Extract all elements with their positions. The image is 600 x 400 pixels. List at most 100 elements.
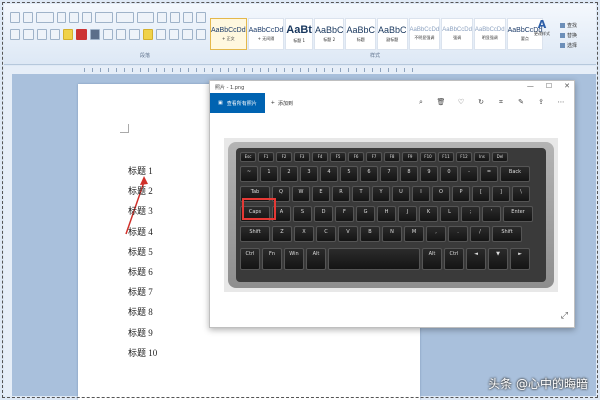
style-tile[interactable]: AaBbCcDd 明显强调 bbox=[473, 18, 506, 50]
clear-format-button[interactable] bbox=[69, 11, 80, 23]
more-icon[interactable]: ⋯ bbox=[556, 97, 566, 107]
style-sample: AaBbC bbox=[378, 25, 407, 35]
keyboard-key: V bbox=[338, 226, 358, 242]
strikethrough-button[interactable] bbox=[23, 28, 34, 40]
keyboard-key: T bbox=[352, 186, 370, 202]
font-paragraph-groups: 段落 bbox=[10, 10, 206, 60]
keyboard-key: G bbox=[356, 206, 375, 222]
maximize-button[interactable]: ☐ bbox=[546, 82, 552, 90]
keyboard-photo: Esc F1 F2 F3 F4 F5 F6 F7 F8 F9 F10 F11 F12 Ins Del ~1 2 3… bbox=[224, 138, 558, 292]
italic-button[interactable] bbox=[22, 11, 33, 23]
line-spacing-button[interactable] bbox=[169, 28, 180, 40]
heading-line[interactable]: 标题 3 bbox=[128, 204, 153, 217]
underline-button[interactable] bbox=[10, 28, 21, 40]
keyboard-key: 6 bbox=[360, 166, 378, 182]
style-tile[interactable]: AaBbCcDd + 正文 bbox=[210, 18, 247, 50]
keyboard-key: M bbox=[404, 226, 424, 242]
heading-line[interactable]: 标题 9 bbox=[128, 326, 153, 339]
align-center-button[interactable] bbox=[116, 28, 127, 40]
style-tile[interactable]: AaBbCcDd + 无间隔 bbox=[247, 18, 285, 50]
multilevel-button[interactable] bbox=[136, 11, 155, 23]
find-button[interactable]: 查找 bbox=[560, 20, 596, 30]
font-color-button[interactable] bbox=[76, 28, 87, 40]
expand-icon[interactable]: ⤢ bbox=[561, 311, 568, 321]
justify-button[interactable] bbox=[142, 28, 153, 40]
style-sample: AaBbCcDd bbox=[442, 27, 472, 33]
keyboard-key: \ bbox=[512, 186, 530, 202]
keyboard-key: - bbox=[460, 166, 478, 182]
numbering-button[interactable] bbox=[115, 11, 134, 23]
plus-icon: + bbox=[270, 100, 275, 106]
bold-button[interactable] bbox=[10, 11, 20, 23]
ribbon: 段落 AaBbCcDd + 正文 AaBbCcDd + 无间隔 AaBt 标题 1 AaBb… bbox=[4, 4, 596, 65]
zoom-icon[interactable]: ⌕ bbox=[416, 97, 426, 107]
bullets-button[interactable] bbox=[95, 11, 113, 23]
keyboard-keys-area: Esc F1 F2 F3 F4 F5 F6 F7 F8 F9 F10 F11 F12 Ins Del ~1 2 3… bbox=[236, 148, 546, 282]
align-right-button[interactable] bbox=[129, 28, 140, 40]
style-tile[interactable]: AaBbC 标题 2 bbox=[313, 18, 345, 50]
style-tile[interactable]: AaBbC 标题 bbox=[345, 18, 377, 50]
crop-icon[interactable]: ⌗ bbox=[496, 97, 506, 107]
heading-line[interactable]: 标题 10 bbox=[128, 346, 157, 359]
font-size-button[interactable] bbox=[35, 11, 54, 23]
char-shading-button[interactable] bbox=[89, 28, 100, 40]
keyboard-key: D bbox=[314, 206, 333, 222]
grow-font-button[interactable] bbox=[56, 11, 67, 23]
style-tile[interactable]: AaBbC 副标题 bbox=[377, 18, 408, 50]
heading-line[interactable]: 标题 1 bbox=[128, 164, 153, 177]
heading-line[interactable]: 标题 8 bbox=[128, 305, 153, 318]
distribute-button[interactable] bbox=[155, 28, 167, 40]
keyboard-key: R bbox=[332, 186, 350, 202]
see-all-photos-button[interactable]: ▣ 查看所有照片 bbox=[210, 93, 265, 113]
photos-title: 照片 - 1.png bbox=[215, 84, 245, 91]
heading-line[interactable]: 标题 7 bbox=[128, 285, 153, 298]
close-button[interactable]: ✕ bbox=[564, 82, 570, 90]
delete-icon[interactable]: 🗑 bbox=[436, 97, 446, 107]
minimize-button[interactable]: — bbox=[527, 82, 534, 90]
heading-line[interactable]: 标题 5 bbox=[128, 245, 153, 258]
keyboard-key: ► bbox=[510, 248, 530, 270]
rotate-icon[interactable]: ↻ bbox=[476, 97, 486, 107]
photos-window: 照片 - 1.png — ☐ ✕ ▣ 查看所有照片 + 添加到 ⌕ 🗑 ♡ ↻ … bbox=[209, 80, 575, 328]
heading-line[interactable]: 标题 2 bbox=[128, 184, 153, 197]
increase-indent-button[interactable] bbox=[170, 11, 181, 23]
keyboard-key: F11 bbox=[438, 152, 454, 162]
keyboard-row: Tab Q W E R T Y U I O P[] \ bbox=[240, 186, 530, 202]
keyboard-key: C bbox=[316, 226, 336, 242]
keyboard-key: I bbox=[412, 186, 430, 202]
keyboard-key: ~ bbox=[240, 166, 258, 182]
keyboard-key: B bbox=[360, 226, 380, 242]
share-icon[interactable]: ⇪ bbox=[536, 97, 546, 107]
borders-button[interactable] bbox=[195, 28, 206, 40]
phonetic-button[interactable] bbox=[82, 11, 93, 23]
style-caption: 标题 2 bbox=[323, 37, 336, 42]
keyboard-key: P bbox=[452, 186, 470, 202]
add-to-button[interactable]: + 添加到 bbox=[265, 100, 299, 107]
edit-icon[interactable]: ✎ bbox=[516, 97, 526, 107]
subscript-button[interactable] bbox=[36, 28, 47, 40]
keyboard-key: = bbox=[480, 166, 498, 182]
shading-button[interactable] bbox=[182, 28, 193, 40]
heading-line[interactable]: 标题 4 bbox=[128, 225, 153, 238]
sort-button[interactable] bbox=[183, 11, 194, 23]
keyboard-key: F4 bbox=[312, 152, 328, 162]
align-left-button[interactable] bbox=[102, 28, 114, 40]
style-sample: AaBbC bbox=[314, 25, 344, 35]
favorite-icon[interactable]: ♡ bbox=[456, 97, 466, 107]
keyboard-key: F2 bbox=[276, 152, 292, 162]
replace-button[interactable]: 替换 bbox=[560, 30, 596, 40]
heading-line[interactable]: 标题 6 bbox=[128, 265, 153, 278]
style-tile[interactable]: AaBbCcDd 强调 bbox=[441, 18, 473, 50]
style-tile[interactable]: AaBbCcDd 不明显强调 bbox=[408, 18, 441, 50]
change-styles-button[interactable]: A 更改样式 bbox=[530, 18, 554, 52]
select-button[interactable]: 选择 bbox=[560, 40, 596, 50]
superscript-button[interactable] bbox=[49, 28, 61, 40]
keyboard-key: Back bbox=[500, 166, 530, 182]
style-tile[interactable]: AaBt 标题 1 bbox=[285, 18, 313, 50]
keyboard-key bbox=[328, 248, 420, 270]
show-marks-button[interactable] bbox=[196, 11, 206, 23]
highlight-button[interactable] bbox=[63, 28, 74, 40]
keyboard-key: 7 bbox=[380, 166, 398, 182]
style-sample: AaBbCcDd bbox=[409, 27, 440, 33]
decrease-indent-button[interactable] bbox=[157, 11, 168, 23]
